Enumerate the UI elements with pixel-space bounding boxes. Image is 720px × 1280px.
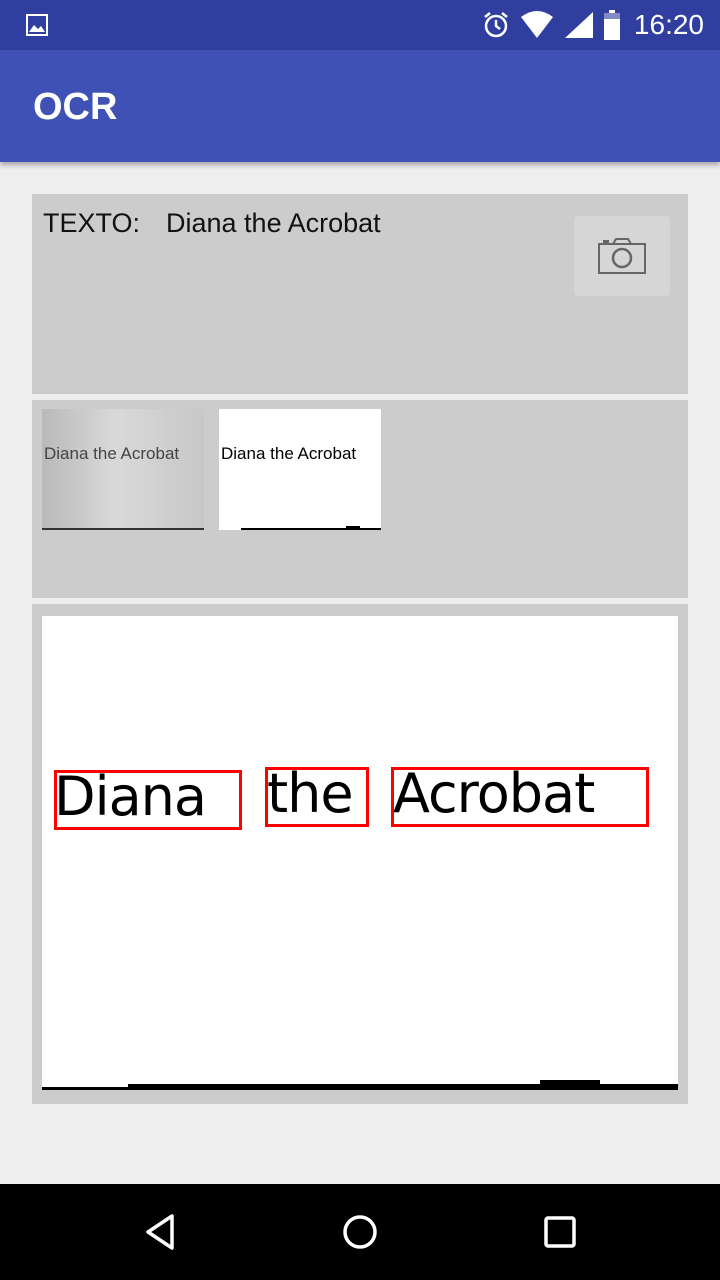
result-label: TEXTO: bbox=[43, 208, 141, 238]
word-bounding-box bbox=[54, 770, 242, 830]
recents-icon bbox=[544, 1216, 576, 1248]
status-bar: 16:20 bbox=[0, 0, 720, 50]
back-button[interactable] bbox=[130, 1202, 190, 1262]
signal-icon bbox=[564, 12, 593, 38]
navigation-bar bbox=[0, 1184, 720, 1280]
word-bounding-box bbox=[265, 767, 369, 827]
status-time: 16:20 bbox=[633, 9, 704, 40]
original-image-thumbnail[interactable]: Diana the Acrobat bbox=[42, 409, 204, 530]
thumbnail-edge-line bbox=[42, 528, 204, 530]
image-bottom-edge-gap bbox=[42, 1084, 128, 1087]
app-title: OCR bbox=[33, 86, 118, 128]
alarm-icon bbox=[484, 12, 508, 38]
recents-button[interactable] bbox=[530, 1202, 590, 1262]
processed-thumbnail-text: Diana the Acrobat bbox=[221, 444, 357, 463]
preview-panel: Diana the Acrobat bbox=[32, 604, 688, 1104]
home-icon bbox=[343, 1215, 377, 1249]
battery-icon bbox=[603, 10, 620, 40]
image-bottom-edge-mark bbox=[540, 1080, 600, 1086]
home-button[interactable] bbox=[330, 1202, 390, 1262]
back-icon bbox=[146, 1214, 174, 1250]
original-thumbnail-text: Diana the Acrobat bbox=[44, 444, 180, 463]
gallery-icon bbox=[26, 14, 48, 36]
word-bounding-box bbox=[391, 767, 649, 827]
processed-image-thumbnail[interactable]: Diana the Acrobat bbox=[219, 409, 381, 530]
thumbnail-edge-line bbox=[241, 528, 381, 530]
result-panel: TEXTO: Diana the Acrobat bbox=[32, 194, 688, 394]
app-bar: OCR bbox=[0, 50, 720, 162]
camera-icon bbox=[598, 238, 646, 274]
detection-preview: Diana the Acrobat bbox=[42, 616, 678, 1090]
result-text: Diana the Acrobat bbox=[166, 208, 381, 238]
thumbnail-edge-mark bbox=[346, 526, 360, 530]
thumbnails-panel: Diana the Acrobat Diana the Acrobat bbox=[32, 400, 688, 598]
camera-button[interactable] bbox=[574, 216, 670, 296]
wifi-icon bbox=[520, 11, 553, 38]
